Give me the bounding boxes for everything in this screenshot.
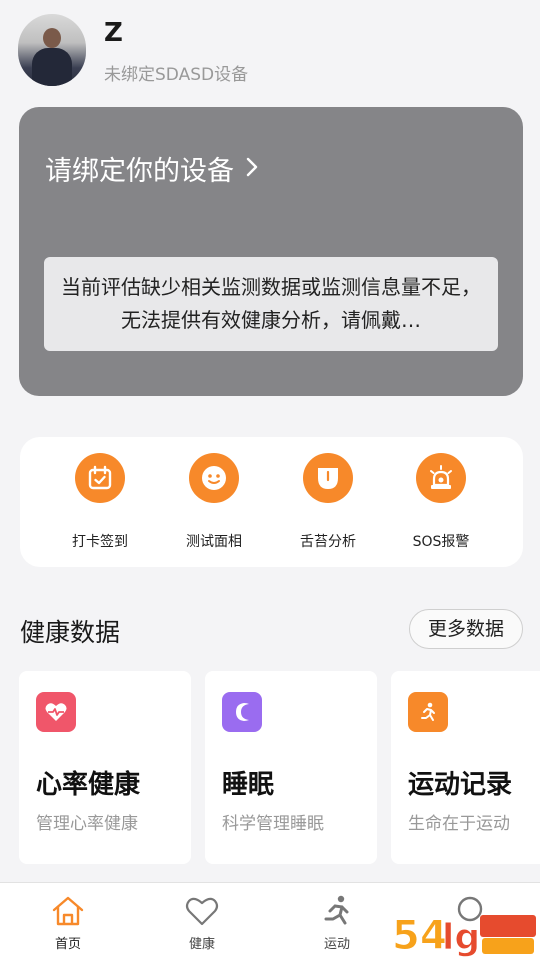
device-status: 未绑定SDASD设备 [104, 65, 249, 85]
chevron-right-icon [246, 154, 258, 184]
home-icon [28, 893, 108, 929]
heart-rate-icon [36, 692, 76, 732]
sleep-card[interactable]: 睡眠 科学管理睡眠 [205, 671, 377, 864]
more-data-button[interactable]: 更多数据 [409, 609, 523, 649]
running-icon [297, 893, 377, 929]
tab-label: 运动 [323, 937, 350, 952]
card-title: 运动记录 [408, 770, 513, 800]
action-label: 测试面相 [186, 534, 242, 550]
avatar[interactable] [18, 14, 86, 86]
alarm-light-icon [416, 453, 466, 503]
tab-label: 健康 [188, 937, 215, 952]
bind-device-title: 请绑定你的设备 [45, 156, 234, 187]
calendar-check-icon [75, 453, 125, 503]
tab-home[interactable]: 首页 [28, 893, 108, 952]
quick-actions: 打卡签到 测试面相 舌苔分析 SOS报警 [20, 437, 523, 567]
bind-device-link[interactable]: 请绑定你的设备 [45, 149, 258, 188]
face-test-button[interactable]: 测试面相 [164, 453, 264, 563]
smiley-face-icon [189, 453, 239, 503]
tongue-analysis-button[interactable]: 舌苔分析 [278, 453, 378, 563]
check-in-button[interactable]: 打卡签到 [50, 453, 150, 563]
monitoring-notice: 当前评估缺少相关监测数据或监测信息量不足，无法提供有效健康分析，请佩戴… [44, 257, 498, 351]
profile-header: Z 未绑定SDASD设备 [0, 0, 540, 100]
card-title: 睡眠 [222, 770, 275, 800]
heart-icon [162, 893, 242, 929]
card-title: 心率健康 [36, 770, 141, 800]
card-subtitle: 管理心率健康 [36, 814, 138, 834]
username: Z [104, 18, 123, 48]
tab-exercise[interactable]: 运动 [297, 893, 377, 952]
moon-icon [222, 692, 262, 732]
svg-text:lg: lg [442, 917, 480, 958]
health-data-title: 健康数据 [20, 618, 121, 647]
svg-text:54: 54 [392, 913, 448, 959]
action-label: 舌苔分析 [300, 534, 356, 550]
card-subtitle: 科学管理睡眠 [222, 814, 324, 834]
tab-label: 首页 [54, 937, 81, 952]
bind-device-card[interactable]: 请绑定你的设备 当前评估缺少相关监测数据或监测信息量不足，无法提供有效健康分析，… [19, 107, 523, 396]
card-subtitle: 生命在于运动 [408, 814, 510, 834]
site-watermark-logo: 54 lg [390, 905, 540, 960]
sos-alarm-button[interactable]: SOS报警 [391, 453, 491, 563]
tab-health[interactable]: 健康 [162, 893, 242, 952]
exercise-record-card[interactable]: 运动记录 生命在于运动 [391, 671, 540, 864]
running-icon [408, 692, 448, 732]
action-label: 打卡签到 [72, 534, 128, 550]
tongue-icon [303, 453, 353, 503]
action-label: SOS报警 [412, 534, 470, 550]
heart-rate-card[interactable]: 心率健康 管理心率健康 [19, 671, 191, 864]
